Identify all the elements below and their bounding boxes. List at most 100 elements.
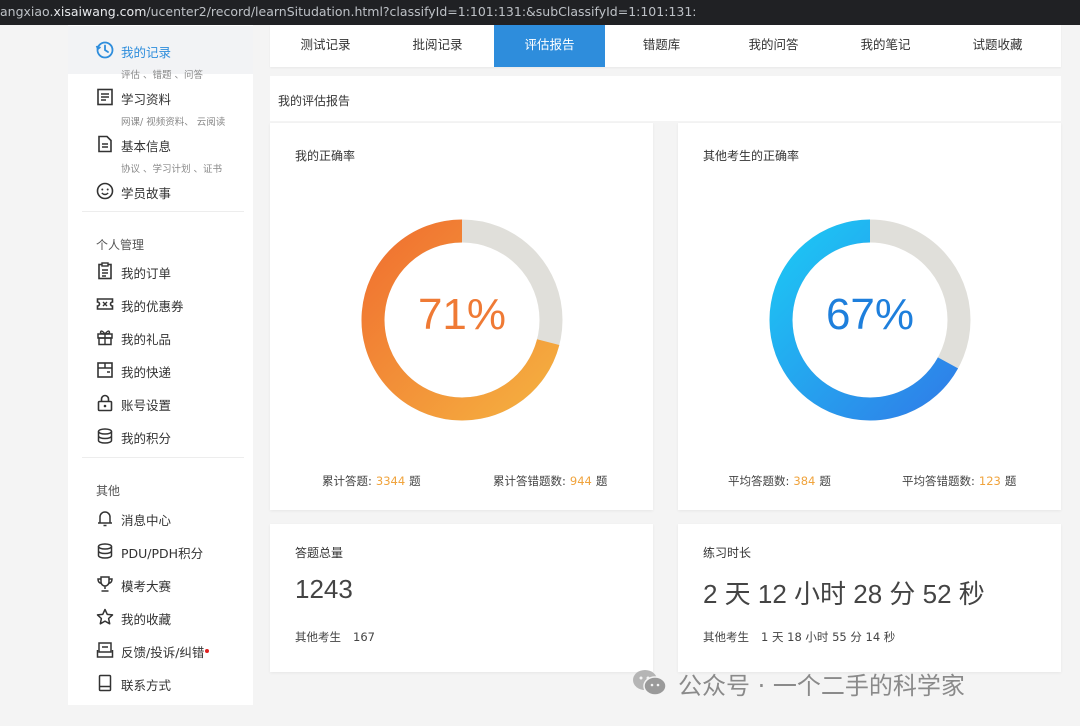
browser-url-bar[interactable]: angxiao.xisaiwang.com/ucenter2/record/le… [0,0,1080,25]
accuracy-percent: 67% [825,290,915,339]
sidebar-item-label: 学员故事 [121,186,172,201]
others-value: 1 天 18 小时 55 分 14 秒 [761,630,896,644]
sidebar-item-label: 学习资料 [121,92,172,107]
sidebar-item-favorites[interactable]: 我的收藏 [68,601,253,634]
tab-test-records[interactable]: 测试记录 [270,25,381,67]
package-icon [97,362,113,378]
others-label: 其他考生 [703,630,749,644]
sidebar-item-basic-info[interactable]: 基本信息 协议 、学习计划 、证书 [68,120,253,175]
sidebar-item-messages[interactable]: 消息中心 [68,502,253,535]
watermark: 公众号 · 一个二手的科学家 [630,666,965,700]
notification-dot [205,649,209,653]
clock-history-icon [95,41,114,59]
sidebar-item-gifts[interactable]: 我的礼品 [68,321,253,354]
clipboard-icon [98,262,112,280]
my-accuracy-donut: 71% [360,218,564,422]
sidebar-item-feedback[interactable]: 反馈/投诉/纠错 [68,634,253,667]
report-header: 我的评估报告 [270,76,1061,121]
total-answered-stat: 累计答题: 3344 题 [322,473,421,489]
others-comparison: 其他考生 167 [295,629,375,645]
others-label: 其他考生 [295,630,341,644]
tab-wrong-questions[interactable]: 错题库 [606,25,717,67]
average-answered-stat: 平均答题数: 384 题 [728,473,831,489]
total-answers-value: 1243 [295,574,353,604]
sidebar-item-contact[interactable]: 联系方式 [68,667,253,700]
sidebar-divider [82,457,244,458]
document-list-icon [97,88,113,106]
sidebar-item-study-materials[interactable]: 学习资料 网课/ 视频资料、 云阅读 [68,73,253,128]
sidebar-item-label: 我的订单 [121,266,172,281]
sidebar-item-label: 账号设置 [121,398,172,413]
sidebar-item-account-settings[interactable]: 账号设置 [68,387,253,420]
stat-value: 123 [978,474,1001,488]
stat-value: 944 [569,474,592,488]
others-value: 167 [353,630,375,644]
stat-unit: 题 [595,474,608,488]
sidebar: 我的记录 评估 、错题 、问答 学习资料 网课/ 视频资料、 云阅读 基本信息 … [68,25,253,705]
sidebar-item-my-records[interactable]: 我的记录 评估 、错题 、问答 [68,26,253,81]
smile-face-icon [96,182,114,200]
others-accuracy-donut: 67% [768,218,972,422]
stat-label: 平均答题数: [728,474,790,488]
stat-unit: 题 [409,474,421,488]
tab-my-questions[interactable]: 我的问答 [718,25,829,67]
tab-my-notes[interactable]: 我的笔记 [830,25,941,67]
sidebar-item-pdu-points[interactable]: PDU/PDH积分 [68,535,253,568]
stat-value: 3344 [375,474,406,488]
phone-icon [98,674,112,692]
tab-question-favorites[interactable]: 试题收藏 [942,25,1053,67]
sidebar-item-student-stories[interactable]: 学员故事 [68,175,253,208]
average-wrong-stat: 平均答错题数: 123 题 [902,473,1016,489]
stat-label: 累计答题: [322,474,372,488]
stat-value: 384 [793,474,816,488]
url-path: /ucenter2/record/learnSitudation.html?cl… [146,4,697,19]
sidebar-item-orders[interactable]: 我的订单 [68,255,253,288]
stat-label: 平均答错题数: [902,474,975,488]
sidebar-item-coupons[interactable]: 我的优惠券 [68,288,253,321]
tab-assessment-report[interactable]: 评估报告 [494,25,605,67]
sidebar-item-label: 基本信息 [121,139,172,154]
stat-label: 累计答错题数: [493,474,566,488]
total-wrong-stat: 累计答错题数: 944 题 [493,473,607,489]
wechat-icon [633,670,667,696]
section-title-personal: 个人管理 [96,238,145,252]
page-title: 我的评估报告 [278,94,351,108]
sidebar-item-label: 我的快递 [121,365,172,380]
tab-review-records[interactable]: 批阅记录 [382,25,493,67]
sidebar-item-label: 我的优惠券 [121,299,184,314]
others-comparison: 其他考生 1 天 18 小时 55 分 14 秒 [703,629,895,645]
sidebar-item-label: 消息中心 [121,513,172,528]
card-title: 练习时长 [703,546,752,560]
url-host: xisaiwang.com [53,4,147,19]
sidebar-divider [82,211,244,212]
trophy-icon [97,576,113,592]
card-title: 其他考生的正确率 [703,149,800,163]
sidebar-item-label: 模考大赛 [121,579,172,594]
coins-stack-icon [97,543,113,559]
star-icon [96,608,114,625]
practice-duration-card: 练习时长 2 天 12 小时 28 分 52 秒 其他考生 1 天 18 小时 5… [678,524,1061,672]
practice-duration-value: 2 天 12 小时 28 分 52 秒 [703,579,985,609]
accuracy-percent: 71% [417,290,507,339]
watermark-text: 公众号 · 一个二手的科学家 [678,671,965,700]
sidebar-item-mock-exam[interactable]: 模考大赛 [68,568,253,601]
coins-stack-icon [97,428,113,444]
stat-unit: 题 [1004,474,1017,488]
stat-unit: 题 [819,474,831,488]
sidebar-item-label: 反馈/投诉/纠错 [121,645,205,660]
sidebar-item-points[interactable]: 我的积分 [68,420,253,453]
url-prefix: angxiao. [0,4,54,19]
record-tabs: 测试记录 批阅记录 评估报告 错题库 我的问答 我的笔记 试题收藏 [270,25,1061,67]
bell-icon [98,511,112,527]
sidebar-item-sublabel: 协议 、学习计划 、证书 [121,164,223,175]
coupon-icon [96,298,114,310]
sidebar-item-label: 联系方式 [121,678,172,693]
sidebar-item-label: 我的积分 [121,431,172,446]
my-accuracy-card: 我的正确率 71% 累计答题: 3344 题 累计答错题数: 944 题 [270,123,653,510]
total-answers-card: 答题总量 1243 其他考生 167 [270,524,653,672]
sidebar-item-label: PDU/PDH积分 [121,546,204,561]
sidebar-item-delivery[interactable]: 我的快递 [68,354,253,387]
others-accuracy-card: 其他考生的正确率 67% 平均答题数: 384 题 平均答错题数: 123 题 [678,123,1061,510]
lock-icon [97,394,113,412]
section-title-other: 其他 [96,484,121,498]
